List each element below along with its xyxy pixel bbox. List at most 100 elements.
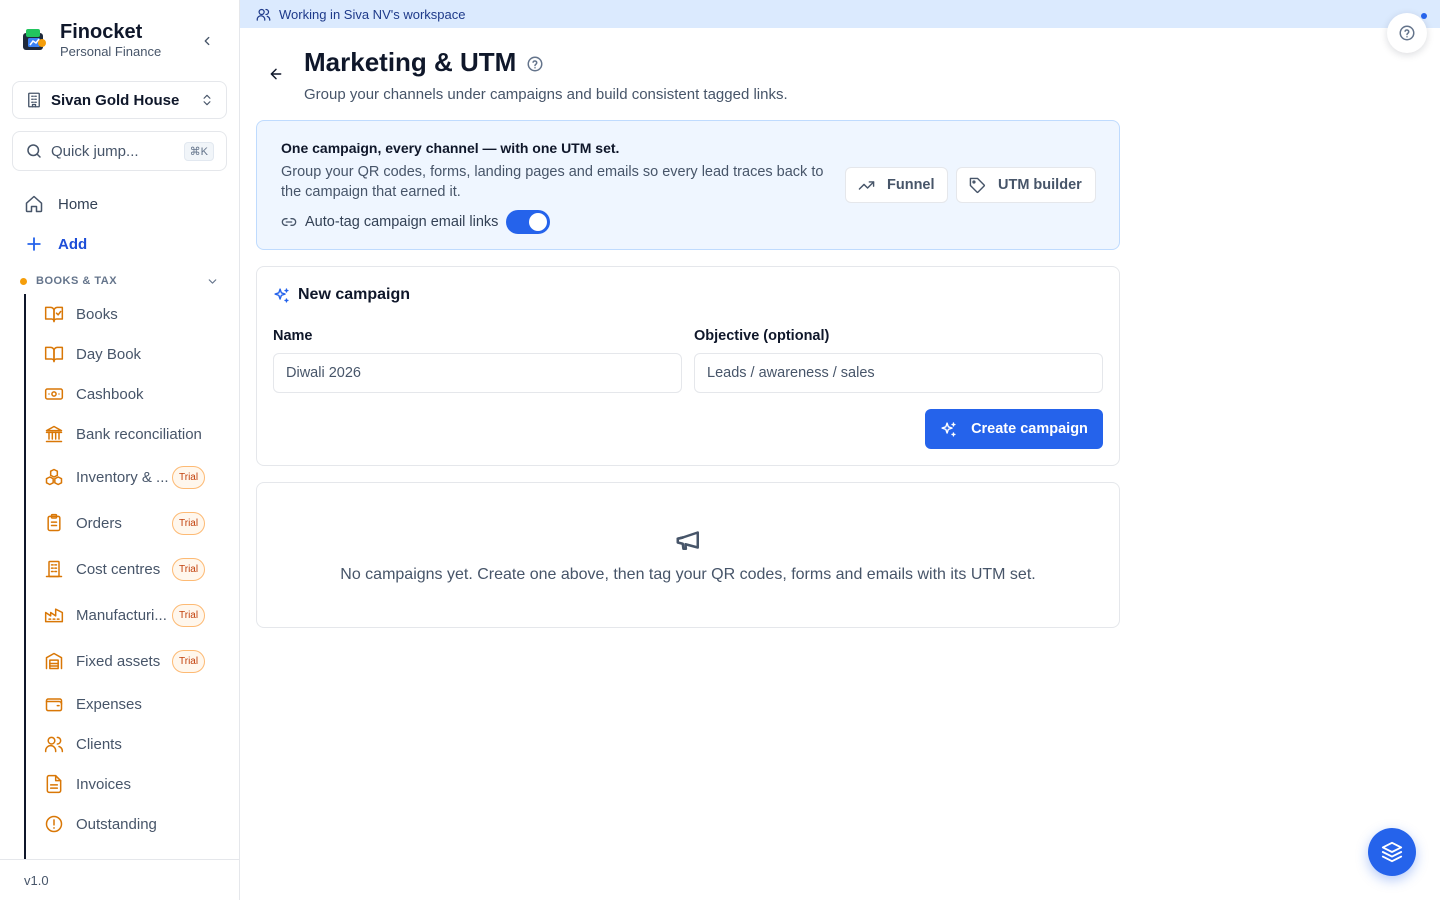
autotag-label: Auto-tag campaign email links [305, 214, 499, 230]
sidebar-item-bank-reconciliation[interactable]: Bank reconciliation [26, 414, 224, 454]
banknote-icon [44, 384, 64, 404]
utm-builder-button[interactable]: UTM builder [956, 167, 1096, 203]
campaigns-empty-state: No campaigns yet. Create one above, then… [256, 482, 1120, 628]
quick-jump-label: Quick jump... [51, 142, 139, 160]
section-title: BOOKS & TAX [36, 275, 118, 287]
book-open-icon [44, 344, 64, 364]
name-label: Name [273, 328, 313, 344]
sparkles-icon [941, 421, 956, 437]
alert-circle-icon [44, 814, 64, 834]
trial-badge: Trial [172, 557, 206, 581]
sidebar-item-invoices[interactable]: Invoices [26, 764, 224, 804]
new-campaign-title: New campaign [298, 286, 411, 303]
users-icon [256, 8, 271, 21]
chevron-left-icon [204, 36, 210, 46]
sidebar: Finocket Personal Finance Sivan Gold Hou… [0, 0, 240, 900]
empty-state-text: No campaigns yet. Create one above, then… [340, 566, 1036, 583]
sidebar-item-label: Fixed assets [76, 652, 161, 670]
warehouse-icon [44, 651, 64, 671]
nav-home-label: Home [58, 195, 99, 213]
funnel-button[interactable]: Funnel [845, 167, 948, 203]
nav-item-add[interactable]: Add [12, 224, 227, 264]
boxes-icon [44, 467, 64, 487]
new-campaign-header: New campaign [273, 286, 410, 304]
sidebar-item-label: Inventory & ... [76, 468, 169, 486]
tag-icon [969, 177, 985, 193]
sidebar-item-label: Manufacturi... [76, 606, 167, 624]
sidebar-footer: v1.0 [0, 859, 240, 900]
autotag-toggle[interactable] [506, 210, 551, 234]
primary-nav: Home Add [12, 184, 227, 264]
chevron-down-icon [208, 278, 217, 284]
workspace-name: Sivan Gold House [51, 91, 180, 109]
sidebar-item-inventory[interactable]: Inventory & ... Trial [26, 454, 224, 500]
quick-jump-shortcut: ⌘K [183, 141, 214, 161]
sidebar-item-label: Clients [76, 735, 122, 753]
sidebar-item-cost-centres[interactable]: Cost centres Trial [26, 546, 224, 592]
nav-item-home[interactable]: Home [12, 184, 227, 224]
info-title: One campaign, every channel — with one U… [281, 140, 620, 156]
building-icon [28, 92, 40, 108]
create-campaign-label: Create campaign [971, 421, 1088, 437]
sidebar-item-label: Cashbook [76, 385, 144, 403]
objective-label: Objective (optional) [694, 328, 830, 344]
campaign-name-input[interactable] [273, 353, 682, 393]
megaphone-icon [676, 531, 699, 550]
create-campaign-button[interactable]: Create campaign [925, 409, 1103, 449]
sidebar-item-expenses[interactable]: Expenses [26, 684, 224, 724]
landmark-icon [44, 424, 64, 444]
back-button[interactable] [266, 64, 286, 84]
file-text-icon [44, 774, 64, 794]
users-icon [44, 734, 64, 754]
page-title: Marketing & UTM [304, 47, 517, 77]
sidebar-item-fixed-assets[interactable]: Fixed assets Trial [26, 638, 224, 684]
chevrons-up-down-icon [203, 94, 211, 106]
help-circle-icon[interactable] [526, 55, 544, 73]
home-icon [25, 195, 43, 213]
section-books-tax[interactable]: BOOKS & TAX [12, 270, 227, 292]
help-circle-icon [1399, 25, 1415, 41]
workspace-banner: Working in Siva NV's workspace [240, 0, 1440, 28]
info-description: Group your QR codes, forms, landing page… [281, 164, 824, 200]
help-button[interactable] [1387, 13, 1427, 53]
sidebar-item-label: Books [76, 305, 118, 323]
sidebar-item-cashbook[interactable]: Cashbook [26, 374, 224, 414]
brand-subtitle: Personal Finance [60, 44, 162, 59]
sidebar-item-label: Invoices [76, 775, 132, 793]
quick-jump-search[interactable]: Quick jump... ⌘K [12, 131, 227, 171]
sidebar-item-clients[interactable]: Clients [26, 724, 224, 764]
arrow-left-icon [270, 68, 282, 80]
trial-badge: Trial [172, 603, 206, 627]
sparkles-icon [274, 287, 289, 303]
brand[interactable]: Finocket Personal Finance [20, 20, 161, 60]
sidebar-item-manufacturing[interactable]: Manufacturi... Trial [26, 592, 224, 638]
search-icon [27, 144, 41, 158]
nav-add-label: Add [58, 235, 88, 253]
clipboard-list-icon [44, 513, 64, 533]
banner-text: Working in Siva NV's workspace [279, 6, 466, 22]
sidebar-item-day-book[interactable]: Day Book [26, 334, 224, 374]
sidebar-item-label: Orders [76, 514, 122, 532]
sidebar-item-label: Expenses [76, 695, 142, 713]
building-icon [44, 559, 64, 579]
notification-dot [1421, 13, 1427, 19]
campaign-objective-input[interactable] [694, 353, 1103, 393]
sidebar-item-books[interactable]: Books [26, 294, 224, 334]
sidebar-item-label: Outstanding [76, 815, 157, 833]
section-status-dot [20, 277, 27, 285]
sidebar-item-orders[interactable]: Orders Trial [26, 500, 224, 546]
collapse-sidebar-button[interactable] [198, 32, 216, 50]
trial-badge: Trial [172, 511, 206, 535]
sidebar-item-label: Bank reconciliation [76, 425, 202, 443]
brand-name: Finocket [60, 21, 143, 43]
sidebar-item-outstanding[interactable]: Outstanding [26, 804, 224, 844]
finocket-logo-icon [23, 29, 46, 50]
plus-icon [27, 237, 41, 251]
sidebar-item-label: Cost centres [76, 560, 161, 578]
trending-up-icon [858, 180, 875, 190]
workspace-switcher[interactable]: Sivan Gold House [12, 81, 227, 119]
layers-fab-button[interactable] [1368, 828, 1416, 876]
page-subtitle: Group your channels under campaigns and … [304, 86, 788, 103]
trial-badge: Trial [172, 649, 206, 673]
wallet-icon [44, 694, 64, 714]
